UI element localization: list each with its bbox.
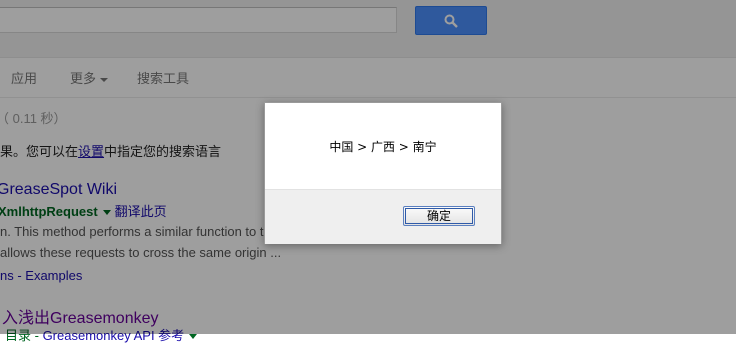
dialog-footer: 确定 (265, 189, 501, 244)
ok-button[interactable]: 确定 (403, 206, 475, 226)
alert-dialog: 中国 > 广西 > 南宁 确定 (264, 102, 502, 244)
dialog-message: 中国 > 广西 > 南宁 (329, 140, 437, 154)
caret-down-icon[interactable] (189, 334, 198, 340)
